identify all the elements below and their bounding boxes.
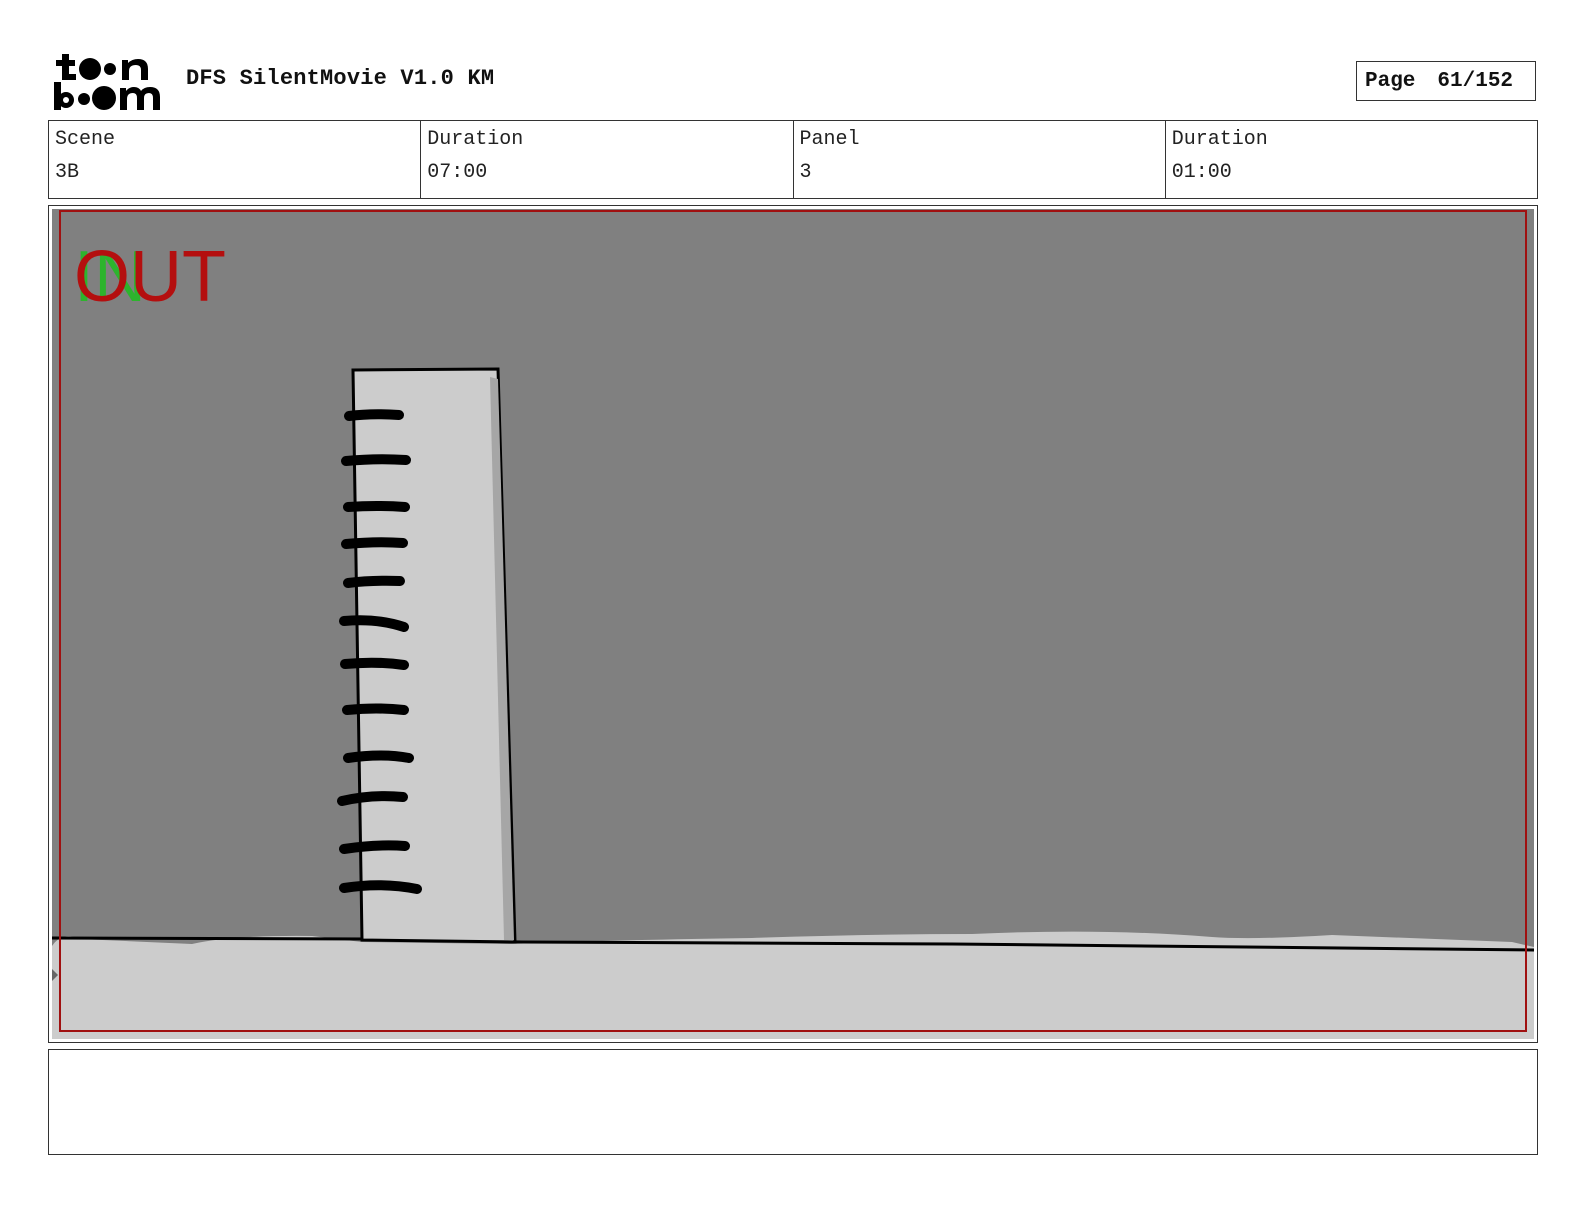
scene-label: Scene	[55, 128, 116, 151]
panel-background	[52, 209, 1534, 1039]
out-marker: OUT	[74, 237, 226, 317]
project-title: DFS SilentMovie V1.0 KM	[186, 66, 495, 91]
toon-boom-logo	[54, 54, 160, 110]
storyboard-panel-image: IN OUT	[52, 209, 1534, 1039]
notes-box	[48, 1049, 1538, 1155]
panel-info-table: Scene 3B Duration 07:00 Panel 3 Duration…	[48, 120, 1538, 199]
panel-value: 3	[799, 161, 812, 184]
panel-cell: Panel 3	[794, 121, 1166, 198]
scene-value: 3B	[55, 161, 80, 184]
page-number: 61/152	[1437, 69, 1514, 93]
scene-cell: Scene 3B	[49, 121, 422, 198]
panel-duration-label: Duration	[1171, 128, 1268, 151]
panel-label: Panel	[799, 128, 860, 151]
scene-duration-cell: Duration 07:00	[421, 121, 794, 198]
panel-duration-cell: Duration 01:00	[1166, 121, 1537, 198]
page-indicator: Page 61/152	[1356, 61, 1536, 101]
scene-duration-label: Duration	[427, 128, 524, 151]
page-label: Page	[1365, 69, 1416, 93]
scene-duration-value: 07:00	[427, 161, 488, 184]
panel-duration-value: 01:00	[1171, 161, 1232, 184]
